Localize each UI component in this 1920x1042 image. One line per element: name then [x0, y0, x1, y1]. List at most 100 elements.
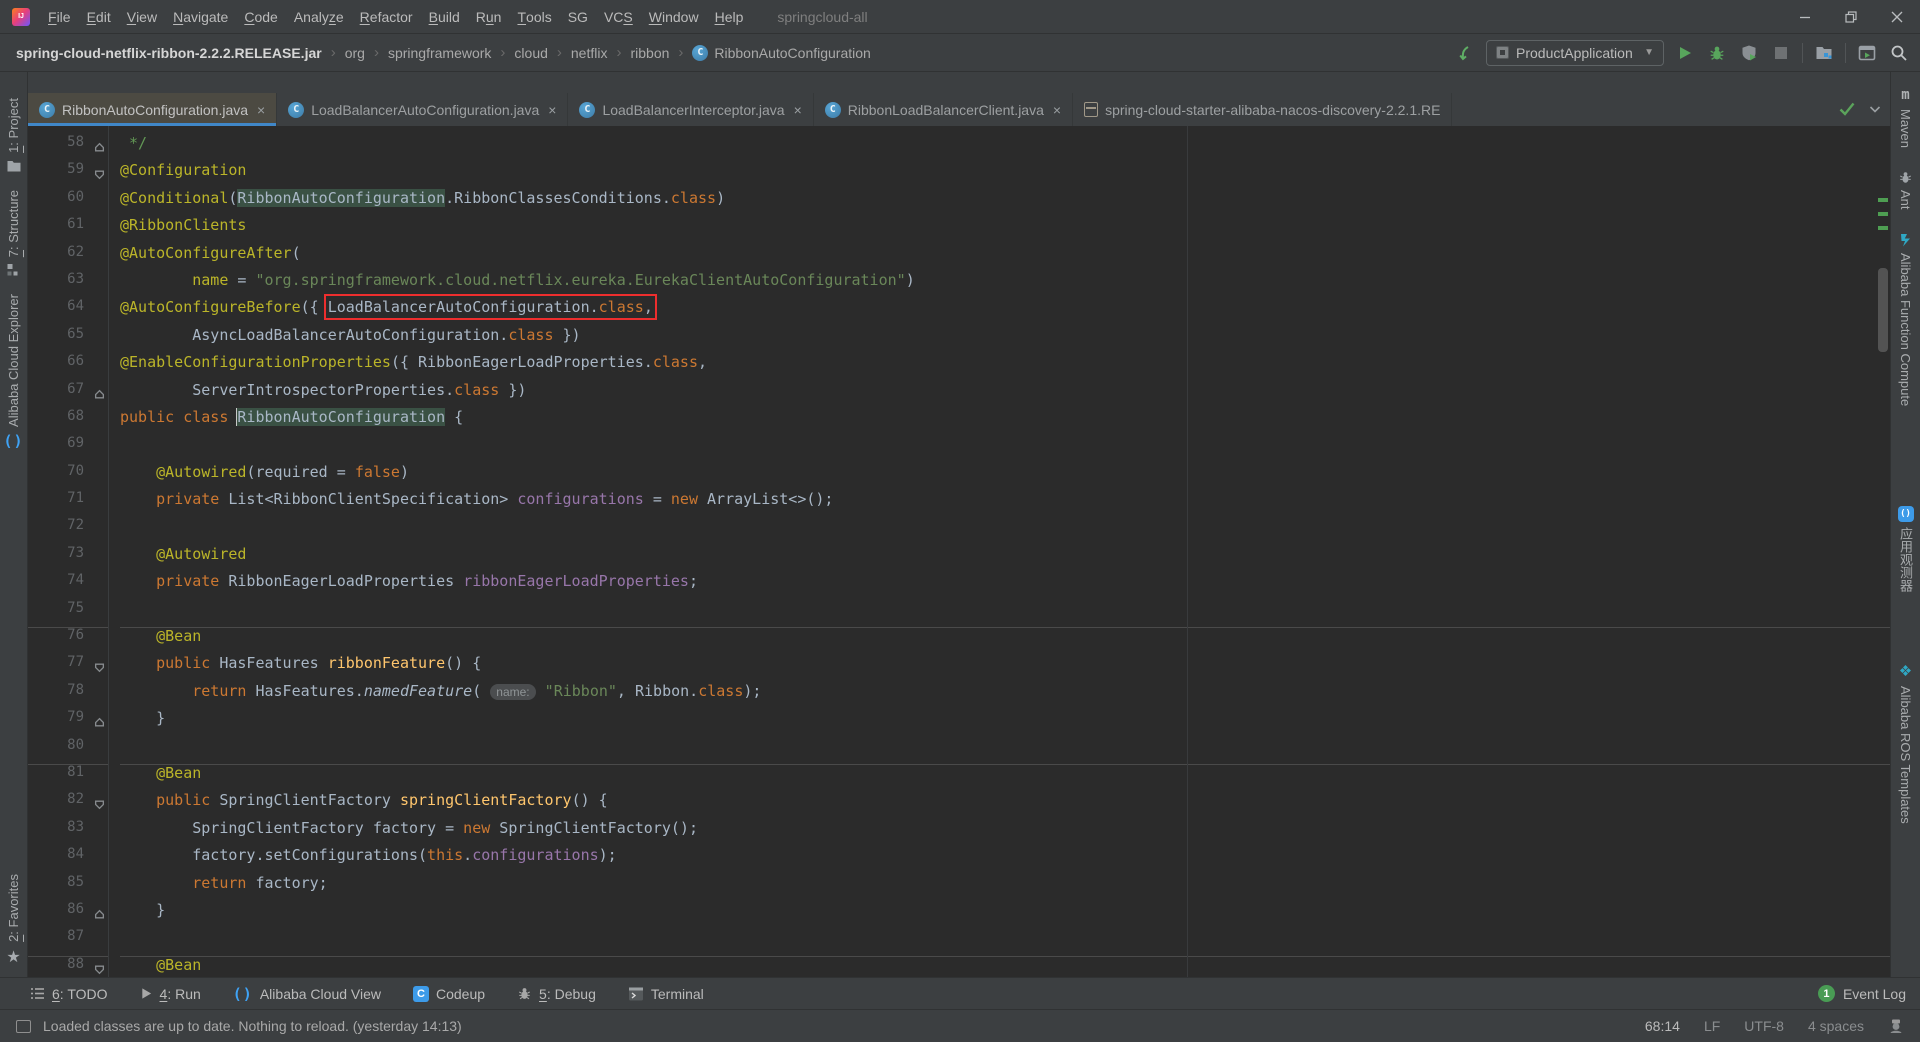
breadcrumb-item[interactable]: springframework — [388, 45, 491, 61]
line-number: 68 — [28, 408, 108, 435]
breadcrumb-item[interactable]: org — [345, 45, 365, 61]
menu-view[interactable]: View — [119, 0, 165, 33]
code-line — [120, 435, 1890, 462]
minimize-button[interactable] — [1782, 0, 1828, 33]
code-area[interactable]: */@Configuration@Conditional(RibbonAutoC… — [109, 126, 1890, 977]
menu-sg[interactable]: SG — [560, 0, 596, 33]
search-everywhere-icon[interactable] — [1888, 42, 1910, 64]
tab-close-icon[interactable]: × — [257, 102, 265, 118]
toolwindow-button-1-project[interactable]: 1: Project — [6, 98, 22, 174]
fold-end-icon[interactable] — [94, 717, 105, 728]
editor-tab[interactable]: CLoadBalancerAutoConfiguration.java× — [277, 93, 568, 126]
toolwindow-button-4-run[interactable]: 4: Run — [140, 986, 201, 1002]
fold-start-icon[interactable] — [94, 662, 105, 673]
line-number: 63 — [28, 271, 108, 298]
toolwindow-button-7-structure[interactable]: 7: Structure — [6, 190, 22, 278]
scrollbar-thumb[interactable] — [1878, 268, 1888, 352]
toolwindow-button-alibaba-ros-templates[interactable]: ❖ Alibaba ROS Templates — [1898, 662, 1913, 824]
fold-end-icon[interactable] — [94, 909, 105, 920]
fold-end-icon[interactable] — [94, 142, 105, 153]
run-button[interactable] — [1674, 42, 1696, 64]
project-structure-icon[interactable] — [1813, 42, 1835, 64]
toolwindow-label: 6: TODO — [52, 986, 108, 1002]
star-icon: ★ — [6, 947, 20, 967]
toolwindow-label: 应用观测器 — [1896, 527, 1915, 592]
breadcrumb-item-current[interactable]: CRibbonAutoConfiguration — [692, 45, 870, 61]
tab-close-icon[interactable]: × — [1053, 102, 1061, 118]
vcs-change-mark — [1878, 226, 1888, 230]
toolwindow-button-2-favorites[interactable]: 2: Favorites★ — [6, 874, 21, 967]
line-ending-widget[interactable]: LF — [1704, 1018, 1720, 1034]
breadcrumb-separator: › — [374, 44, 379, 61]
menu-file[interactable]: File — [40, 0, 79, 33]
cloud-view-icon: () — [1898, 506, 1914, 522]
inspections-ok-icon[interactable] — [1838, 100, 1856, 118]
menu-refactor[interactable]: Refactor — [352, 0, 421, 33]
toolwindow-button-ant[interactable]: Ant — [1898, 170, 1913, 210]
hector-inspector-icon[interactable] — [1888, 1018, 1904, 1034]
line-number: 83 — [28, 819, 108, 846]
editor-tab[interactable]: spring-cloud-starter-alibaba-nacos-disco… — [1073, 93, 1452, 126]
hidden-tabs-chevron-icon[interactable] — [1868, 102, 1882, 116]
menu-vcs[interactable]: VCS — [596, 0, 641, 33]
maximize-button[interactable] — [1828, 0, 1874, 33]
menu-help[interactable]: Help — [707, 0, 752, 33]
menu-navigate[interactable]: Navigate — [165, 0, 236, 33]
toolwindow-button-alibaba-cloud-explorer[interactable]: Alibaba Cloud Explorer() — [3, 294, 23, 451]
coverage-button[interactable] — [1738, 42, 1760, 64]
ros-icon: ❖ — [1899, 662, 1912, 681]
toolwindow-button-应用观测器[interactable]: () 应用观测器 — [1896, 506, 1915, 592]
close-button[interactable] — [1874, 0, 1920, 33]
toolwindow-button-alibaba-function-compute[interactable]: Alibaba Function Compute — [1898, 232, 1914, 406]
run-configuration-select[interactable]: ProductApplication ▼ — [1486, 40, 1664, 66]
stop-button[interactable] — [1770, 42, 1792, 64]
toolwindow-button-alibaba-cloud-view[interactable]: ()Alibaba Cloud View — [233, 985, 381, 1003]
line-number: 75 — [28, 600, 108, 627]
menu-build[interactable]: Build — [421, 0, 468, 33]
toolwindow-button-maven[interactable]: mMaven — [1898, 86, 1913, 148]
encoding-widget[interactable]: UTF-8 — [1744, 1018, 1784, 1034]
menu-analyze[interactable]: Analyze — [286, 0, 352, 33]
breadcrumb-item[interactable]: spring-cloud-netflix-ribbon-2.2.2.RELEAS… — [16, 45, 322, 61]
toolwindow-button-6-todo[interactable]: 6: TODO — [30, 986, 108, 1002]
caret-position-widget[interactable]: 68:14 — [1645, 1018, 1680, 1034]
toolwindow-button-codeup[interactable]: CCodeup — [413, 986, 485, 1002]
code-line: @Autowired — [120, 545, 1890, 572]
toolwindow-label: 4: Run — [160, 986, 201, 1002]
breadcrumb-separator: › — [557, 44, 562, 61]
debug-button[interactable] — [1706, 42, 1728, 64]
workspace: 1: Project 7: Structure Alibaba Cloud Expl… — [0, 72, 1920, 977]
fold-start-icon[interactable] — [94, 964, 105, 975]
menu-window[interactable]: Window — [641, 0, 707, 33]
fold-end-icon[interactable] — [94, 389, 105, 400]
breadcrumb-item[interactable]: netflix — [571, 45, 608, 61]
breadcrumb-item[interactable]: cloud — [514, 45, 547, 61]
editor-tab[interactable]: CLoadBalancerInterceptor.java× — [568, 93, 813, 126]
tab-close-icon[interactable]: × — [794, 102, 802, 118]
code-line: public class RibbonAutoConfiguration { — [120, 408, 1890, 435]
menu-tools[interactable]: Tools — [509, 0, 559, 33]
event-log-widget[interactable]: 1 Event Log — [1818, 985, 1906, 1002]
run-toolwindow-icon[interactable] — [1856, 42, 1878, 64]
fold-start-icon[interactable] — [94, 799, 105, 810]
toolwindow-label: Alibaba ROS Templates — [1898, 686, 1913, 824]
code-line: public HasFeatures ribbonFeature() { — [120, 654, 1890, 681]
event-log-label: Event Log — [1843, 986, 1906, 1002]
menu-run[interactable]: Run — [468, 0, 510, 33]
fold-start-icon[interactable] — [94, 169, 105, 180]
code-line: return factory; — [120, 874, 1890, 901]
tab-close-icon[interactable]: × — [548, 102, 556, 118]
editor-tab[interactable]: CRibbonLoadBalancerClient.java× — [814, 93, 1073, 126]
menu-edit[interactable]: Edit — [79, 0, 119, 33]
menu-code[interactable]: Code — [236, 0, 285, 33]
editor-tab[interactable]: CRibbonAutoConfiguration.java× — [28, 93, 277, 126]
breadcrumb-item[interactable]: ribbon — [630, 45, 669, 61]
line-number: 74 — [28, 572, 108, 599]
toolwindow-label: 7: Structure — [6, 190, 21, 257]
annotation-red-box: LoadBalancerAutoConfiguration.class, — [328, 298, 653, 316]
back-hook-icon[interactable] — [1454, 42, 1476, 64]
code-editor[interactable]: 5859606162636465666768697071727374757677… — [28, 126, 1890, 977]
toolwindow-button-5-debug[interactable]: 5: Debug — [517, 986, 596, 1002]
toolwindow-button-terminal[interactable]: Terminal — [628, 986, 704, 1002]
indent-widget[interactable]: 4 spaces — [1808, 1018, 1864, 1034]
